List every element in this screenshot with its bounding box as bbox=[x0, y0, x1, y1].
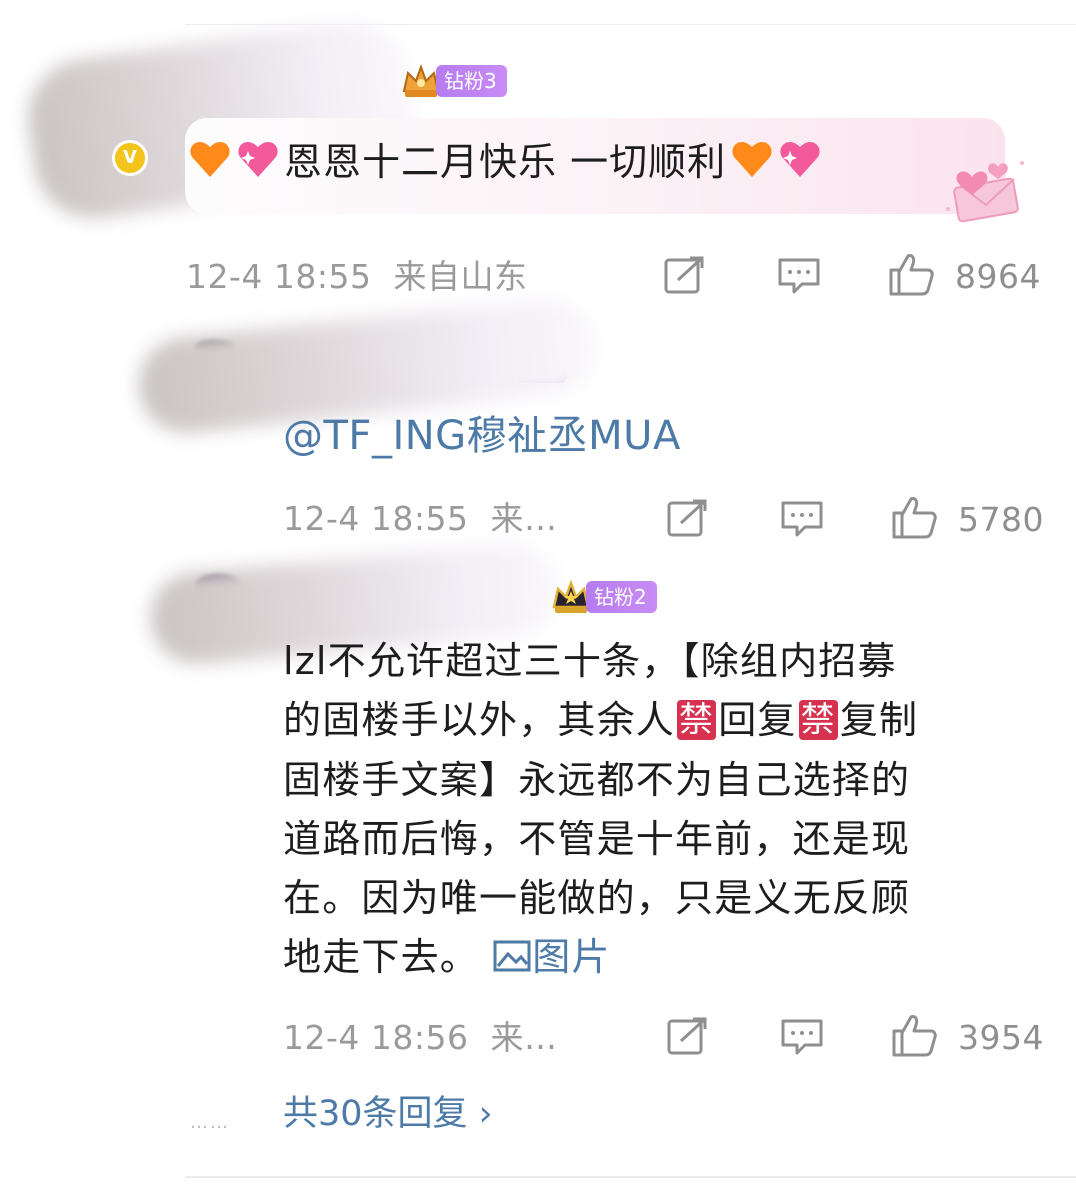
comment-line: 固楼手文案】永远都不为自己选择的 bbox=[283, 757, 911, 802]
thumbs-up-icon[interactable] bbox=[891, 495, 937, 539]
view-all-replies-link[interactable]: 共30条回复 › bbox=[283, 1090, 493, 1138]
comment-line: 回复 bbox=[718, 698, 797, 743]
thumbs-up-icon[interactable] bbox=[888, 252, 934, 296]
image-link-label: 图片 bbox=[532, 935, 611, 980]
comment-time: 12-4 18:55 bbox=[186, 257, 372, 296]
comment-icon[interactable] bbox=[779, 1015, 825, 1059]
like-count: 5780 bbox=[958, 500, 1044, 539]
badge-label: 钻粉3 bbox=[436, 65, 507, 97]
comment-text: lzl不允许超过三十条，【除组内招募 的固楼手以外，其余人禁回复禁复制 固楼手文… bbox=[283, 632, 1043, 988]
heart-envelope-icon bbox=[946, 161, 1024, 223]
fan-level-badge: 钻粉2 bbox=[550, 579, 657, 614]
comment-line: 地走下去。 bbox=[283, 935, 480, 980]
sparkling-heart-icon bbox=[238, 141, 278, 177]
repost-icon[interactable] bbox=[665, 1015, 711, 1059]
like-count: 3954 bbox=[958, 1018, 1044, 1057]
comment-meta: 12-4 18:56 来… bbox=[283, 1016, 557, 1060]
comment-line: 在。因为唯一能做的，只是义无反顾 bbox=[283, 876, 911, 921]
more-dots: …… bbox=[190, 1112, 230, 1133]
comment-meta: 12-4 18:55 来自山东 bbox=[186, 255, 527, 299]
repost-icon[interactable] bbox=[665, 497, 711, 541]
orange-heart-icon bbox=[190, 141, 230, 177]
like-count: 8964 bbox=[955, 257, 1041, 296]
verified-v-icon: V bbox=[112, 140, 148, 176]
comment-line: 道路而后悔，不管是十年前，还是现 bbox=[283, 816, 911, 861]
comment-icon[interactable] bbox=[779, 497, 825, 541]
mention-link[interactable]: @TF_ING穆祉丞MUA bbox=[283, 408, 681, 464]
ban-emoji: 禁 bbox=[798, 700, 838, 741]
image-link[interactable]: 图片 bbox=[492, 935, 610, 979]
comment-line: lzl不允许超过三十条，【除组内招募 bbox=[283, 639, 897, 683]
comment-location: 来自山东 bbox=[393, 257, 528, 296]
ban-emoji: 禁 bbox=[677, 700, 717, 741]
comment-line: 的固楼手以外，其余人 bbox=[283, 698, 676, 743]
comment-location: 来… bbox=[490, 499, 558, 538]
repost-icon[interactable] bbox=[662, 254, 708, 298]
sparkling-heart-icon bbox=[780, 141, 820, 177]
comment-location: 来… bbox=[490, 1018, 558, 1057]
image-icon bbox=[493, 940, 531, 972]
comment-line: 复制 bbox=[839, 698, 919, 743]
orange-heart-icon bbox=[732, 141, 772, 177]
thumbs-up-icon[interactable] bbox=[891, 1013, 937, 1057]
comment-meta: 12-4 18:55 来… bbox=[283, 497, 557, 541]
comment-text: 恩恩十二月快乐 一切顺利 bbox=[188, 132, 826, 192]
comment-icon[interactable] bbox=[776, 254, 822, 298]
fan-level-badge: 钻粉3 bbox=[400, 64, 507, 98]
comment-time: 12-4 18:56 bbox=[283, 1018, 469, 1057]
bottom-divider bbox=[185, 1176, 1076, 1178]
comment-time: 12-4 18:55 bbox=[283, 499, 469, 538]
badge-label: 钻粉2 bbox=[586, 581, 657, 613]
comment-text-content: 恩恩十二月快乐 一切顺利 bbox=[284, 140, 727, 184]
